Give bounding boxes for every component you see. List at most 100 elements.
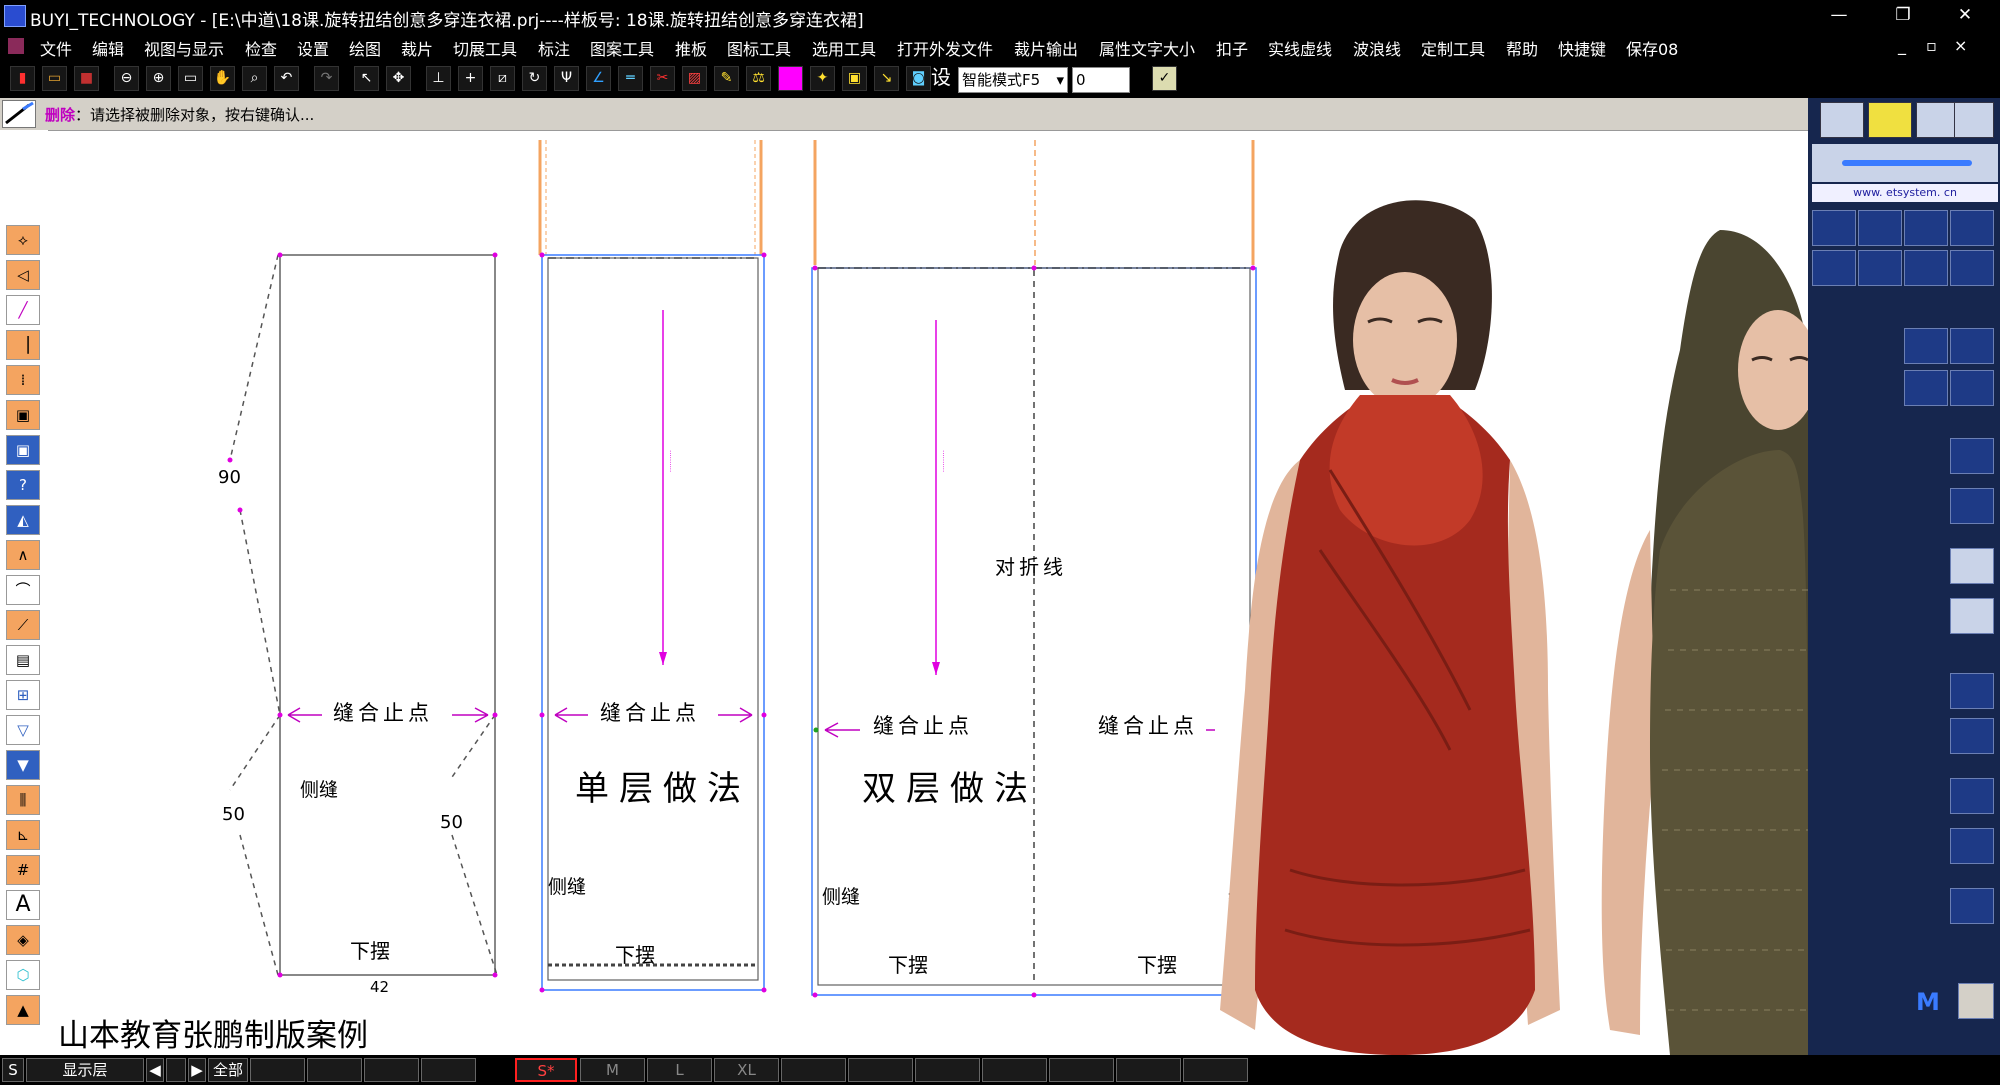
menu-line-style[interactable]: 实线虚线 <box>1268 36 1332 60</box>
number-input[interactable]: 0 <box>1072 67 1130 93</box>
size-s-active[interactable]: S* <box>515 1058 577 1082</box>
cross-tool-icon[interactable]: + <box>458 66 483 91</box>
piece1-side-top-label: 90 <box>218 467 241 488</box>
menu-shortcuts[interactable]: 快捷键 <box>1558 36 1606 60</box>
save-file-icon[interactable]: ■ <box>74 66 99 91</box>
panel-tool-icon-18[interactable] <box>1950 488 1994 524</box>
panel-tool-icon-25[interactable] <box>1950 888 1994 924</box>
select-tool-icon[interactable]: ↖ <box>354 66 379 91</box>
size-m[interactable]: M <box>580 1058 645 1082</box>
menu-help[interactable]: 帮助 <box>1506 36 1538 60</box>
color-tool-icon[interactable] <box>778 66 803 91</box>
menu-pattern-tools[interactable]: 图案工具 <box>590 36 654 60</box>
panel-tool-icon-10[interactable] <box>1858 250 1902 286</box>
status-s[interactable]: S <box>2 1058 24 1082</box>
panel-tool-icon-2[interactable] <box>1868 102 1912 138</box>
hatch-tool-icon[interactable]: ▨ <box>682 66 707 91</box>
menu-text-size[interactable]: 属性文字大小 <box>1099 36 1195 60</box>
panel-tool-icon-6[interactable] <box>1858 210 1902 246</box>
panel-tool-icon-20[interactable] <box>1950 598 1994 634</box>
olive-dress-body <box>1650 450 1808 1055</box>
menu-check[interactable]: 检查 <box>245 36 277 60</box>
drawing-canvas[interactable]: 90 50 50 缝合止点 侧缝 下摆 42 ·········· 缝合止点 单… <box>0 130 1808 1055</box>
panel-tool-icon-5[interactable] <box>1812 210 1856 246</box>
panel-tool-icon-1[interactable] <box>1820 102 1864 138</box>
size-xl[interactable]: XL <box>714 1058 779 1082</box>
angle-tool-icon[interactable]: ∠ <box>586 66 611 91</box>
menu-piece-output[interactable]: 裁片输出 <box>1014 36 1078 60</box>
settings-glyph[interactable]: 设 <box>926 66 956 91</box>
menu-buttons[interactable]: 扣子 <box>1216 36 1248 60</box>
menu-optional-tools[interactable]: 选用工具 <box>812 36 876 60</box>
menu-grading[interactable]: 推板 <box>675 36 707 60</box>
menu-view[interactable]: 视图与显示 <box>144 36 224 60</box>
menu-pieces[interactable]: 裁片 <box>401 36 433 60</box>
open-file-icon[interactable]: ▭ <box>42 66 67 91</box>
panel-tool-icon-9[interactable] <box>1812 250 1856 286</box>
menu-open-external[interactable]: 打开外发文件 <box>897 36 993 60</box>
panel-tool-icon-15[interactable] <box>1904 370 1948 406</box>
pin-tool-icon[interactable]: ✦ <box>810 66 835 91</box>
menu-draw[interactable]: 绘图 <box>349 36 381 60</box>
menu-save08[interactable]: 保存08 <box>1626 36 1678 60</box>
menu-slash-spread[interactable]: 切展工具 <box>453 36 517 60</box>
measure-tool-icon[interactable]: ✎ <box>714 66 739 91</box>
panel-tool-icon-16[interactable] <box>1950 370 1994 406</box>
mdi-restore-icon[interactable]: ▫ <box>1926 36 1937 55</box>
panel-tool-icon-12[interactable] <box>1950 250 1994 286</box>
panel-tool-icon-19[interactable] <box>1950 548 1994 584</box>
undo-icon[interactable]: ↶ <box>274 66 299 91</box>
menu-wave-line[interactable]: 波浪线 <box>1353 36 1401 60</box>
panel-tool-icon-21[interactable] <box>1950 673 1994 709</box>
menu-custom-tools[interactable]: 定制工具 <box>1421 36 1485 60</box>
restore-button[interactable]: ❐ <box>1890 4 1916 26</box>
fork-tool-icon[interactable]: Ψ <box>554 66 579 91</box>
next-layer-button[interactable]: ▶ <box>188 1058 206 1082</box>
prev-layer-button[interactable]: ◀ <box>146 1058 164 1082</box>
all-layers-button[interactable]: 全部 <box>208 1058 248 1082</box>
panel-tool-icon-23[interactable] <box>1950 778 1994 814</box>
mdi-minimize-icon[interactable]: _ <box>1898 36 1906 55</box>
align-tool-icon[interactable]: ⊥ <box>426 66 451 91</box>
zoom-out-icon[interactable]: ⊖ <box>114 66 139 91</box>
menu-annotate[interactable]: 标注 <box>538 36 570 60</box>
arrow-down-tool-icon[interactable]: ↘ <box>874 66 899 91</box>
panel-tool-icon-13[interactable] <box>1904 328 1948 364</box>
confirm-tool-icon[interactable]: ✓ <box>1152 66 1177 91</box>
new-file-icon[interactable]: ▮ <box>10 66 35 91</box>
parallel-tool-icon[interactable]: ═ <box>618 66 643 91</box>
grade-tool-icon[interactable]: ⚖ <box>746 66 771 91</box>
fit-screen-icon[interactable]: ▭ <box>178 66 203 91</box>
panel-tool-icon-11[interactable] <box>1904 250 1948 286</box>
minimize-button[interactable]: — <box>1826 4 1852 26</box>
menu-edit[interactable]: 编辑 <box>92 36 124 60</box>
panel-tool-icon-24[interactable] <box>1950 828 1994 864</box>
mdi-close-icon[interactable]: × <box>1954 36 1967 55</box>
panel-tool-icon-14[interactable] <box>1950 328 1994 364</box>
close-button[interactable]: ✕ <box>1952 4 1978 26</box>
zoom-in-icon[interactable]: ⊕ <box>146 66 171 91</box>
zoom-window-icon[interactable]: ⌕ <box>242 66 267 91</box>
panel-tool-icon-8[interactable] <box>1950 210 1994 246</box>
image-tool-icon[interactable]: ▣ <box>842 66 867 91</box>
menu-settings[interactable]: 设置 <box>297 36 329 60</box>
command-hint-bar: 删除：请选择被删除对象，按右键确认... <box>0 98 1808 131</box>
panel-tool-icon-4[interactable] <box>1954 102 1994 138</box>
mirror-tool-icon[interactable]: ⧄ <box>490 66 515 91</box>
mode-select[interactable]: 智能模式F5 ▾ <box>958 67 1068 93</box>
menu-icon-tools[interactable]: 图标工具 <box>727 36 791 60</box>
layer-display[interactable]: 显示层 <box>26 1058 144 1082</box>
redo-icon[interactable]: ↷ <box>314 66 339 91</box>
size-l[interactable]: L <box>647 1058 712 1082</box>
calculator-icon[interactable] <box>1958 983 1994 1019</box>
move-tool-icon[interactable]: ✥ <box>386 66 411 91</box>
menu-file[interactable]: 文件 <box>40 36 72 60</box>
panel-tool-icon-7[interactable] <box>1904 210 1948 246</box>
rotate-tool-icon[interactable]: ↻ <box>522 66 547 91</box>
window-title: BUYI_TECHNOLOGY - [E:\中道\18课.旋转扭结创意多穿连衣裙… <box>30 11 864 31</box>
panel-tool-icon-17[interactable] <box>1950 438 1994 474</box>
pattern-piece-basic: 90 50 50 缝合止点 侧缝 下摆 42 <box>218 252 498 996</box>
pan-hand-icon[interactable]: ✋ <box>210 66 235 91</box>
cut-tool-icon[interactable]: ✂ <box>650 66 675 91</box>
panel-tool-icon-22[interactable] <box>1950 718 1994 754</box>
